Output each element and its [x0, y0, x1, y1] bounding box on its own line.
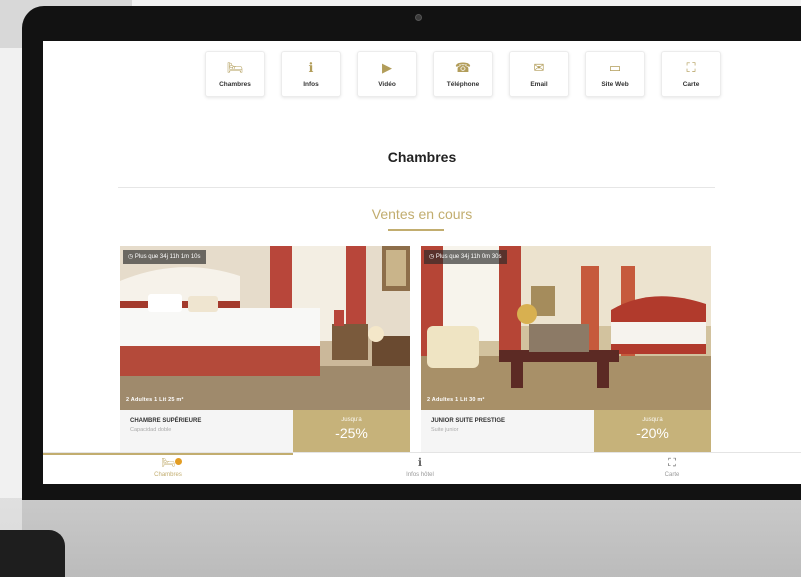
tab-label: Carte — [664, 472, 680, 478]
discount-prefix: Jusqu'à — [341, 417, 362, 423]
room-name: JUNIOR SUITE PRESTIGE — [431, 418, 506, 424]
phone-device — [0, 530, 65, 577]
room-description: Capacidad doble — [130, 427, 172, 433]
room-name: CHAMBRE SUPÉRIEURE — [130, 418, 202, 424]
room-card[interactable]: ◷ Plus que 34j 11h 1m 10s 2 Adultes 1 Li… — [120, 246, 410, 452]
info-icon: ℹ — [308, 59, 314, 75]
sale-countdown: ◷ Plus que 34j 11h 0m 30s — [424, 250, 507, 264]
phone-icon: ☎ — [454, 59, 472, 75]
email-icon: ✉ — [533, 59, 545, 75]
bed-icon: 🛏 — [161, 457, 175, 469]
room-photo: ◷ Plus que 34j 11h 1m 10s 2 Adultes 1 Li… — [120, 246, 410, 410]
tab-label: Chambres — [154, 472, 182, 478]
nav-button-label: Vidéo — [378, 80, 396, 88]
nav-button-label: Email — [530, 80, 548, 88]
nav-button-chambres[interactable]: 🛏 Chambres — [205, 51, 265, 97]
room-card[interactable]: ◷ Plus que 34j 11h 0m 30s 2 Adultes 1 Li… — [421, 246, 711, 452]
nav-button-label: Carte — [682, 80, 700, 88]
play-icon: ▶ — [382, 59, 392, 75]
tab-label: Infos hôtel — [406, 472, 434, 478]
sale-countdown: ◷ Plus que 34j 11h 1m 10s — [123, 250, 206, 264]
room-details: 2 Adultes 1 Lit 30 m² — [427, 397, 485, 403]
nav-button-label: Chambres — [219, 80, 251, 88]
quick-nav: 🛏 Chambres ℹ Infos ▶ Vidéo ☎ Téléphone ✉… — [205, 51, 725, 99]
monitor-chin — [22, 500, 801, 577]
active-tab-indicator — [43, 453, 293, 455]
tab-carte[interactable]: ⛶ Carte — [612, 457, 732, 478]
room-photo: ◷ Plus que 34j 11h 0m 30s 2 Adultes 1 Li… — [421, 246, 711, 410]
discount-value: -25% — [335, 425, 368, 441]
section-title: Chambres — [387, 149, 457, 165]
map-icon: ⛶ — [686, 59, 696, 75]
nav-button-label: Site Web — [601, 80, 629, 88]
room-info: CHAMBRE SUPÉRIEURE Capacidad doble — [120, 410, 293, 452]
discount-prefix: Jusqu'à — [642, 417, 663, 423]
subtitle-underline — [388, 229, 444, 231]
bed-icon: 🛏 — [226, 59, 244, 75]
app-screen: 🛏 Chambres ℹ Infos ▶ Vidéo ☎ Téléphone ✉… — [43, 41, 801, 484]
nav-button-video[interactable]: ▶ Vidéo — [357, 51, 417, 97]
nav-button-infos[interactable]: ℹ Infos — [281, 51, 341, 97]
nav-button-label: Infos — [303, 80, 319, 88]
discount-block: Jusqu'à -20% — [594, 410, 711, 452]
map-icon: ⛶ — [668, 457, 676, 469]
notification-badge — [175, 458, 182, 465]
room-photo-junior-suite — [421, 246, 711, 410]
countdown-text: Plus que 34j 11h 0m 30s — [435, 254, 502, 260]
tab-infos-hotel[interactable]: ℹ Infos hôtel — [360, 457, 480, 478]
nav-button-telephone[interactable]: ☎ Téléphone — [433, 51, 493, 97]
nav-button-site-web[interactable]: ▭ Site Web — [585, 51, 645, 97]
info-icon: ℹ — [417, 457, 423, 469]
discount-block: Jusqu'à -25% — [293, 410, 410, 452]
camera-icon — [415, 14, 422, 21]
room-info: JUNIOR SUITE PRESTIGE Suite junior — [421, 410, 594, 452]
room-photo-superior — [120, 246, 410, 410]
room-description: Suite junior — [431, 427, 459, 433]
bottom-tab-bar: 🛏 Chambres ℹ Infos hôtel ⛶ Carte — [43, 452, 801, 484]
room-details: 2 Adultes 1 Lit 25 m² — [126, 397, 184, 403]
divider — [118, 187, 715, 188]
countdown-text: Plus que 34j 11h 1m 10s — [134, 254, 201, 260]
nav-button-label: Téléphone — [446, 80, 480, 88]
nav-button-email[interactable]: ✉ Email — [509, 51, 569, 97]
sales-subtitle: Ventes en cours — [371, 206, 473, 222]
tab-chambres[interactable]: 🛏 Chambres — [108, 457, 228, 478]
discount-value: -20% — [636, 425, 669, 441]
browser-icon: ▭ — [608, 59, 622, 75]
nav-button-carte[interactable]: ⛶ Carte — [661, 51, 721, 97]
